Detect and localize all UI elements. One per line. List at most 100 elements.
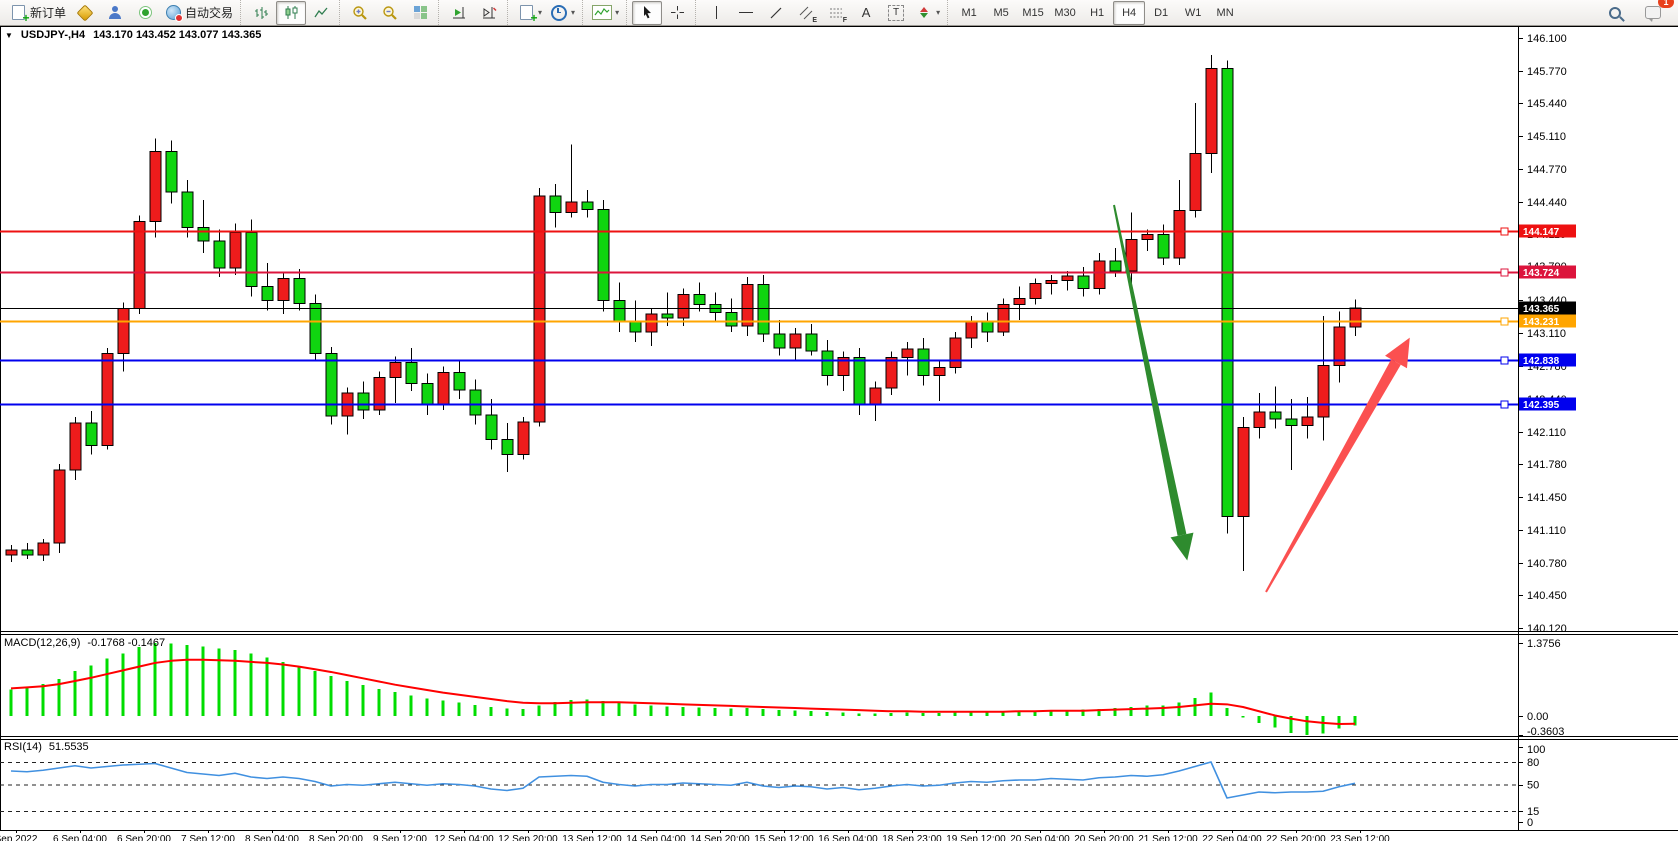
tf-button-MN[interactable]: MN [1209,1,1241,25]
indicators-group [582,0,626,25]
svg-text:16 Sep 04:00: 16 Sep 04:00 [818,834,878,841]
horizontal-line-button[interactable] [731,1,761,25]
candle [1286,419,1297,426]
toolbar: 新订单 自动交易 [0,0,1678,26]
text-button[interactable] [851,1,881,25]
cursor-button[interactable] [632,1,662,25]
candle [1062,276,1073,281]
macd-indicator-label: MACD(12,26,9)-0.1768 -0.1467 [4,637,165,649]
crosshair-icon [668,4,686,22]
candle [1238,428,1249,517]
vertical-line-button[interactable] [701,1,731,25]
candlestick-series [6,55,1361,571]
arrow-objects-button[interactable] [911,1,944,25]
candle [230,232,241,268]
candle [118,308,129,353]
candle [1222,69,1233,517]
indicators-caret-icon[interactable] [615,9,619,17]
chat-button[interactable]: 1 [1638,1,1668,25]
text-label-button[interactable] [881,1,911,25]
new-chart-caret-icon[interactable] [538,9,542,17]
svg-text:22 Sep 20:00: 22 Sep 20:00 [1266,834,1326,841]
auto-trading-button[interactable]: 自动交易 [160,1,237,25]
svg-text:19 Sep 12:00: 19 Sep 12:00 [946,834,1006,841]
candle [726,312,737,326]
candle [1350,308,1361,327]
candle [662,314,673,318]
svg-text:143.365: 143.365 [1523,304,1560,315]
signals-person-icon [109,6,121,19]
candle [1318,366,1329,417]
broadcast-button[interactable] [130,1,160,25]
search-button[interactable] [1600,1,1630,25]
candle [6,550,17,555]
arrow-objects-caret-icon[interactable] [936,9,940,17]
candle [934,368,945,376]
signals-button[interactable] [100,1,130,25]
candle [566,202,577,213]
auto-trading-globe-icon [166,5,181,20]
tf-button-H4[interactable]: H4 [1113,1,1145,25]
tf-button-M30[interactable]: M30 [1049,1,1081,25]
svg-text:Sep 2022: Sep 2022 [0,834,38,841]
annotation-up-trend-arrow[interactable] [1265,338,1410,593]
candle [214,241,225,268]
candlestick-chart-button[interactable] [276,1,306,25]
rsi-indicator-label: RSI(14)51.5535 [4,741,89,753]
chart-shift-button[interactable] [474,1,504,25]
candle [294,279,305,304]
candle [406,363,417,384]
svg-text:141.450: 141.450 [1527,492,1567,504]
candle [1190,153,1201,210]
svg-text:144.147: 144.147 [1523,227,1560,238]
candle [150,151,161,221]
price-chart-canvas[interactable]: 146.100145.770145.440145.110144.770144.4… [0,26,1678,841]
candle [438,372,449,405]
periods-button[interactable] [546,1,579,25]
auto-scroll-button[interactable] [444,1,474,25]
tf-button-M5[interactable]: M5 [985,1,1017,25]
period-clock-icon [551,5,567,21]
periods-caret-icon[interactable] [571,9,575,17]
bar-chart-icon [252,4,270,22]
candle [390,363,401,378]
new-order-label: 新订单 [30,4,66,21]
shift-chart-end-icon [450,4,468,22]
trend-line-button[interactable] [761,1,791,25]
tile-windows-button[interactable] [405,1,435,25]
tf-button-H1[interactable]: H1 [1081,1,1113,25]
svg-text:140.780: 140.780 [1527,558,1567,570]
equidistant-channel-button[interactable] [791,1,821,25]
svg-text:142.838: 142.838 [1523,356,1560,367]
candle [1046,281,1057,284]
tf-button-W1[interactable]: W1 [1177,1,1209,25]
new-chart-icon [520,5,533,20]
svg-text:141.110: 141.110 [1527,525,1566,537]
candle [198,227,209,241]
mql5-market-button[interactable] [70,1,100,25]
bar-chart-button[interactable] [246,1,276,25]
new-chart-button[interactable] [513,1,546,25]
zoom-out-button[interactable] [375,1,405,25]
candle [86,423,97,446]
fibonacci-button[interactable] [821,1,851,25]
svg-text:14 Sep 04:00: 14 Sep 04:00 [626,834,686,841]
candlestick-chart-icon [282,4,300,22]
candle [470,390,481,415]
candle [886,358,897,389]
tf-button-D1[interactable]: D1 [1145,1,1177,25]
indicators-button[interactable] [588,1,623,25]
tf-button-M15[interactable]: M15 [1017,1,1049,25]
svg-text:0: 0 [1527,817,1533,829]
candle [518,422,529,455]
crosshair-button[interactable] [662,1,692,25]
svg-text:142.110: 142.110 [1527,427,1566,439]
new-order-button[interactable]: 新订单 [5,1,70,25]
line-chart-button[interactable] [306,1,336,25]
candle [1110,261,1121,271]
notification-badge: 1 [1658,0,1674,8]
tf-button-M1[interactable]: M1 [953,1,985,25]
object-marker-icon: ▼ [5,31,13,40]
zoom-in-button[interactable] [345,1,375,25]
candle [1174,211,1185,258]
